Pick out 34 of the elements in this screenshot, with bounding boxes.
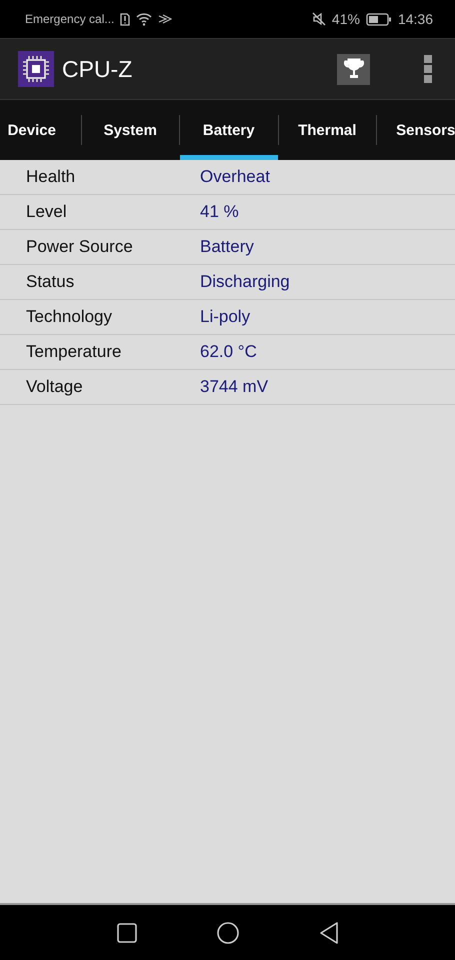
row-label: Temperature	[26, 342, 122, 362]
trophy-icon	[344, 58, 364, 80]
battery-percent: 41%	[332, 11, 360, 27]
signal-icon	[158, 14, 172, 24]
wifi-icon	[136, 12, 152, 26]
battery-icon	[366, 12, 392, 26]
row-label: Voltage	[26, 377, 84, 397]
row-value: Overheat	[200, 167, 270, 187]
more-menu-button[interactable]	[423, 55, 433, 83]
row-value: 41 %	[200, 202, 239, 222]
row-value: 3744 mV	[200, 377, 268, 397]
tab[interactable]: Sensors	[377, 100, 455, 160]
recents-button[interactable]	[116, 922, 136, 942]
row-value: Battery	[200, 237, 254, 257]
back-button[interactable]	[318, 922, 338, 944]
row-value: 62.0 °C	[200, 342, 257, 362]
clock: 14:36	[398, 11, 433, 27]
row-label: Level	[26, 202, 68, 222]
row-label: Health	[26, 167, 76, 187]
tab[interactable]: System	[82, 100, 179, 160]
chip-logo-icon	[18, 51, 54, 87]
row-label: Power Source	[26, 237, 134, 257]
sim-alert-icon	[120, 12, 130, 26]
trophy-button[interactable]	[337, 54, 370, 84]
mute-icon	[312, 12, 326, 26]
row-value: Li-poly	[200, 307, 250, 327]
row-label: Status	[26, 272, 76, 292]
home-button[interactable]	[216, 922, 238, 944]
app-title: CPU-Z	[62, 56, 134, 82]
tab[interactable]: Thermal	[278, 100, 376, 160]
carrier-text: Emergency cal...	[25, 12, 114, 26]
tab[interactable]: Device	[0, 100, 80, 160]
row-label: Technology	[26, 307, 114, 327]
row-value: Discharging	[200, 272, 290, 292]
